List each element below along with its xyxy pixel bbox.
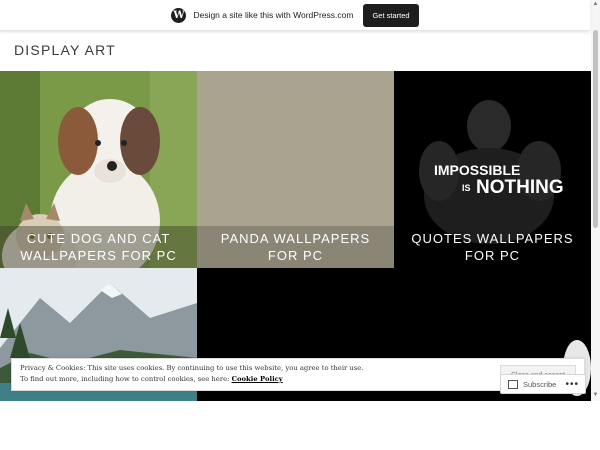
post-tile-panda[interactable]: PANDA WALLPAPERS FOR PC	[197, 71, 394, 268]
banner-text[interactable]: Design a site like this with WordPress.c…	[193, 10, 353, 20]
cookie-banner: Privacy & Cookies: This site uses cookie…	[11, 358, 585, 391]
quote-text-is: IS	[462, 183, 471, 193]
quote-text-nothing: NOTHING	[476, 177, 564, 198]
caption-line: PANDA WALLPAPERS	[220, 231, 371, 246]
caption-line: CUTE DOG AND CAT	[26, 231, 171, 246]
get-started-button[interactable]: Get started	[363, 3, 419, 27]
scrollbar-thumb[interactable]	[593, 30, 598, 228]
caption-line: WALLPAPERS FOR PC	[20, 248, 177, 263]
cookie-policy-link[interactable]: Cookie Policy	[232, 375, 283, 383]
tile-caption[interactable]: CUTE DOG AND CAT WALLPAPERS FOR PC	[0, 226, 197, 268]
wordpress-logo-icon[interactable]: W	[171, 7, 187, 23]
caption-line: FOR PC	[267, 248, 324, 263]
caption-line: FOR PC	[464, 248, 521, 263]
more-options-icon[interactable]: •••	[565, 379, 579, 390]
quote-text-impossible: IMPOSSIBLE	[434, 162, 520, 178]
post-tile-dog-cat[interactable]: CUTE DOG AND CAT WALLPAPERS FOR PC	[0, 71, 197, 268]
reader-icon	[508, 379, 518, 389]
wordpress-banner: W Design a site like this with WordPress…	[0, 0, 590, 31]
tile-caption[interactable]: PANDA WALLPAPERS FOR PC	[197, 226, 394, 268]
cookie-text: Privacy & Cookies: This site uses cookie…	[20, 363, 490, 385]
site-title[interactable]: DISPLAY ART	[14, 42, 116, 58]
subscribe-label[interactable]: Subscribe	[523, 380, 556, 389]
scroll-down-arrow-icon[interactable]: ▼	[592, 392, 599, 399]
tile-caption[interactable]: QUOTES WALLPAPERS FOR PC	[394, 226, 591, 268]
caption-line: QUOTES WALLPAPERS	[411, 231, 574, 246]
subscribe-widget[interactable]: Subscribe •••	[500, 374, 586, 394]
post-tile-quotes[interactable]: IMPOSSIBLE IS NOTHING QUOTES WALLPAPERS …	[394, 71, 591, 268]
cookie-line-1: Privacy & Cookies: This site uses cookie…	[20, 364, 364, 372]
scroll-up-arrow-icon[interactable]: ▲	[592, 1, 599, 8]
cookie-line-2: To find out more, including how to contr…	[20, 375, 230, 383]
post-grid: CUTE DOG AND CAT WALLPAPERS FOR PC PANDA…	[0, 71, 591, 401]
